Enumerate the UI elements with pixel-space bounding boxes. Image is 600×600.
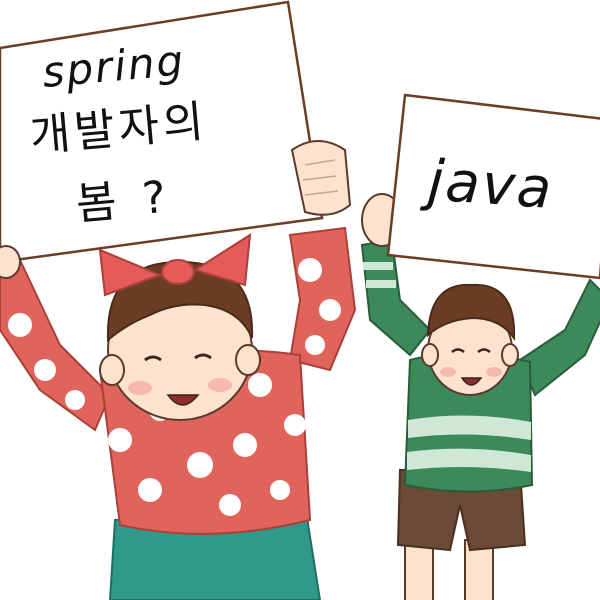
sign-right-text-group: java [0,0,600,600]
illustration: spring 개발자의 봄 ? java [0,0,600,600]
sign-right-text: java [425,148,556,222]
